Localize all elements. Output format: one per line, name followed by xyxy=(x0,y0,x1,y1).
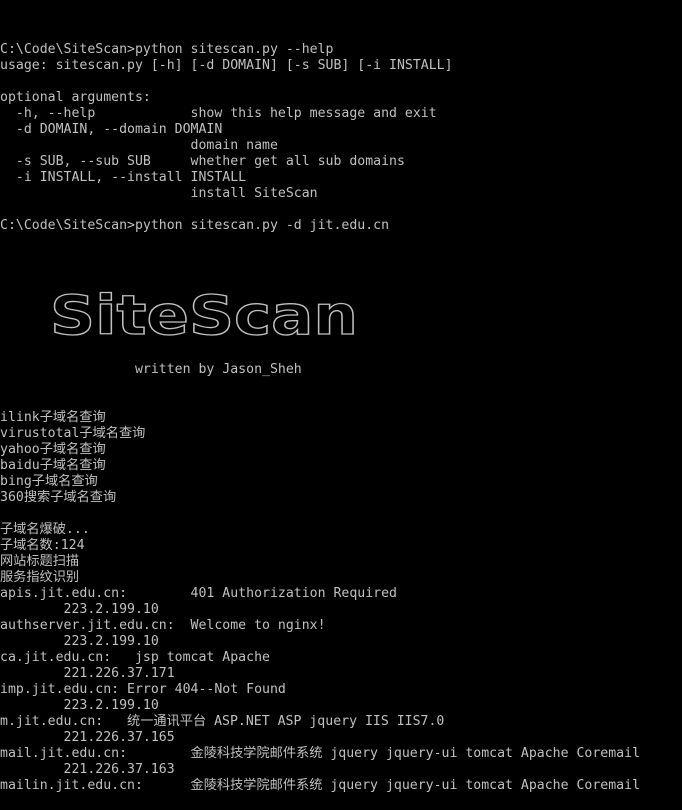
console-line: bing子域名查询 xyxy=(0,474,98,489)
console-line: -d DOMAIN, --domain DOMAIN xyxy=(0,122,223,137)
sitescan-banner: SiteScan xyxy=(0,266,682,347)
console-line: -i INSTALL, --install INSTALL xyxy=(0,170,247,185)
console-line: C:\Code\SiteScan>python sitescan.py --he… xyxy=(0,42,334,57)
console-line: 223.2.199.10 xyxy=(0,602,159,617)
banner-text: SiteScan xyxy=(50,284,358,346)
console-line: authserver.jit.edu.cn: Welcome to nginx! xyxy=(0,618,326,633)
console-line: install SiteScan xyxy=(0,186,318,201)
console-line: 360搜索子域名查询 xyxy=(0,490,117,505)
console-line: domain name xyxy=(0,138,278,153)
console-line: 服务指纹识别 xyxy=(0,570,80,585)
console-line: -h, --help show this help message and ex… xyxy=(0,106,437,121)
console-line: imp.jit.edu.cn: Error 404--Not Found xyxy=(0,682,286,697)
console-line: baidu子域名查询 xyxy=(0,458,106,473)
console-line: 223.2.199.10 xyxy=(0,634,159,649)
console-line: mail.jit.edu.cn: 金陵科技学院邮件系统 jquery jquer… xyxy=(0,746,641,761)
console-line: 223.2.199.10 xyxy=(0,698,159,713)
help-output: C:\Code\SiteScan>python sitescan.py --he… xyxy=(0,42,682,234)
console-line: 网站标题扫描 xyxy=(0,554,80,569)
console-line: m.jit.edu.cn: 统一通讯平台 ASP.NET ASP jquery … xyxy=(0,714,445,729)
console-line: -s SUB, --sub SUB whether get all sub do… xyxy=(0,154,405,169)
console-line: 221.226.37.171 xyxy=(0,666,175,681)
console-line: usage: sitescan.py [-h] [-d DOMAIN] [-s … xyxy=(0,58,453,73)
console-line: 221.226.37.165 xyxy=(0,730,175,745)
console-line: optional arguments: xyxy=(0,90,151,105)
console-line: yahoo子域名查询 xyxy=(0,442,106,457)
console-line: virustotal子域名查询 xyxy=(0,426,146,441)
console-line: 子域名数:124 xyxy=(0,538,85,553)
console-line: apis.jit.edu.cn: 401 Authorization Requi… xyxy=(0,586,397,601)
console-line: 221.226.37.163 xyxy=(0,762,175,777)
console-line: C:\Code\SiteScan>python sitescan.py -d j… xyxy=(0,218,390,233)
console-line: ca.jit.edu.cn: jsp tomcat Apache xyxy=(0,650,270,665)
console-line: ilink子域名查询 xyxy=(0,410,106,425)
scan-output: ilink子域名查询 virustotal子域名查询 yahoo子域名查询 baidu… xyxy=(0,410,682,794)
console-line: mailin.jit.edu.cn: 金陵科技学院邮件系统 jquery jqu… xyxy=(0,778,641,793)
banner-ascii-art: SiteScan xyxy=(0,268,358,347)
console-line: 子域名爆破... xyxy=(0,522,90,537)
terminal-window[interactable]: C:\Code\SiteScan>python sitescan.py --he… xyxy=(0,10,682,810)
banner-credit: written by Jason_Sheh xyxy=(0,362,302,377)
